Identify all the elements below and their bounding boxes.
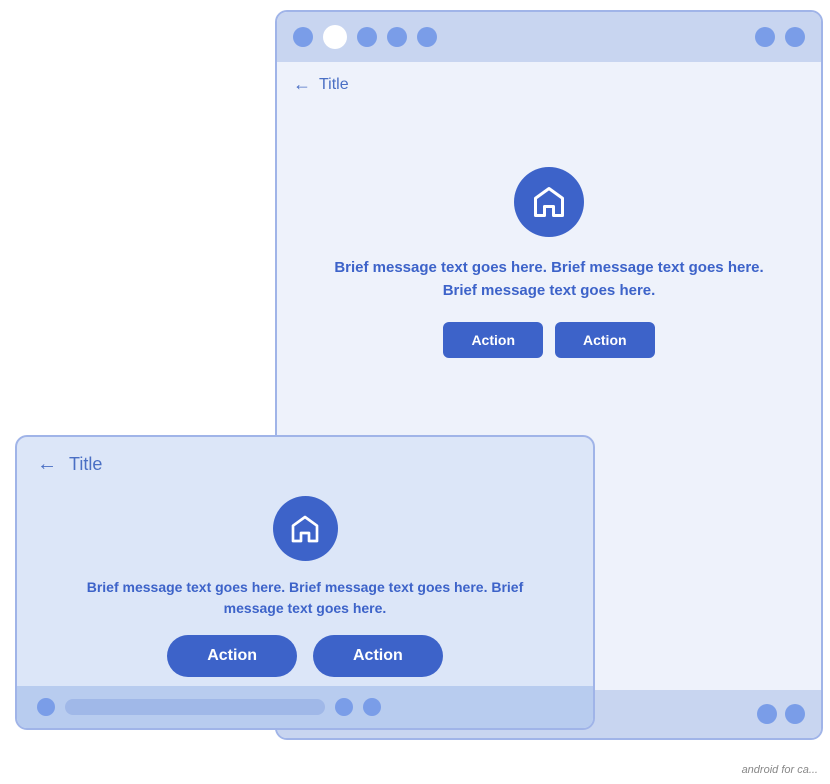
action-button-2-front[interactable]: Action [313, 635, 443, 677]
home-icon-front [289, 513, 321, 545]
front-screen: ← Title Brief message text goes here. Br… [15, 435, 595, 730]
dot-2-white [323, 25, 347, 49]
message-text-back: Brief message text goes here. Brief mess… [317, 257, 781, 302]
icon-circle-back [514, 167, 584, 237]
bottom-dot-front-1 [37, 698, 55, 716]
home-icon-back [531, 184, 567, 220]
dot-right-2 [785, 27, 805, 47]
dot-right-1 [755, 27, 775, 47]
page-title-front: Title [69, 454, 102, 475]
nav-bar-front: ← Title [17, 437, 593, 486]
action-button-1-back[interactable]: Action [443, 322, 543, 358]
bottom-pill-front [65, 699, 325, 715]
actions-front: Action Action [167, 635, 443, 677]
bottom-dot-1 [757, 704, 777, 724]
bottom-bar-front [17, 686, 593, 728]
actions-back: Action Action [443, 322, 654, 358]
content-area-back: Brief message text goes here. Brief mess… [277, 107, 821, 398]
dot-3 [357, 27, 377, 47]
nav-bar-back: ← Title [277, 62, 821, 107]
icon-circle-front [273, 496, 338, 561]
dot-1 [293, 27, 313, 47]
action-button-2-back[interactable]: Action [555, 322, 655, 358]
content-area-front: Brief message text goes here. Brief mess… [17, 486, 593, 697]
back-arrow-back[interactable]: ← [293, 74, 311, 95]
bottom-dot-front-3 [363, 698, 381, 716]
message-text-front: Brief message text goes here. Brief mess… [57, 577, 553, 619]
top-bar-back [277, 12, 821, 62]
action-button-1-front[interactable]: Action [167, 635, 297, 677]
bottom-dot-front-2 [335, 698, 353, 716]
watermark: android for ca... [742, 764, 818, 776]
dot-5 [417, 27, 437, 47]
dot-4 [387, 27, 407, 47]
back-arrow-front[interactable]: ← [37, 453, 57, 476]
page-title-back: Title [319, 76, 349, 94]
bottom-dot-2 [785, 704, 805, 724]
